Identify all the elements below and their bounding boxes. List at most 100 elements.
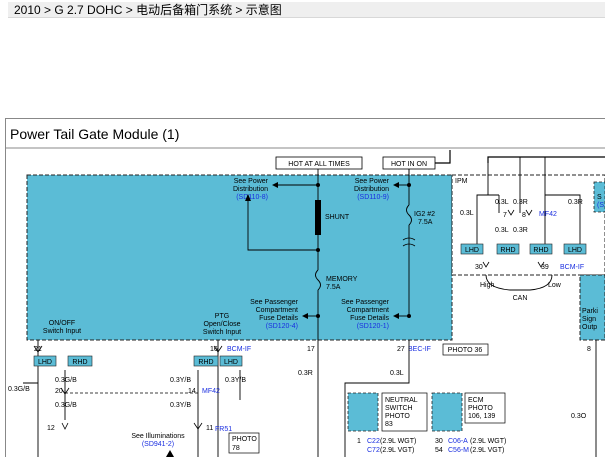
mid-pin-14: 14: [188, 388, 196, 395]
ipm-wire-w1: 0.3L: [460, 210, 474, 217]
ipm-mf42[interactable]: MF42: [539, 211, 557, 218]
see-pass-1-ref[interactable]: (SD120-4): [266, 323, 298, 330]
mid-w3: 0.3Y/B: [170, 402, 191, 409]
mid-rhd: RHD: [198, 359, 213, 366]
conn1-pin: 1: [357, 438, 361, 445]
ecm-l3[interactable]: 106, 139: [468, 413, 495, 420]
left-pin-12: 12: [47, 425, 55, 432]
see-pass-2-line2: Compartment: [347, 307, 389, 314]
shunt-bar: [315, 200, 321, 235]
ig2-label2: 7.5A: [418, 219, 433, 226]
see-pass-1-line3: Fuse Details: [259, 315, 298, 322]
see-pass-2-ref[interactable]: (SD120-1): [357, 323, 389, 330]
ipm-lhd: LHD: [465, 247, 479, 254]
ptg-label2: Open/Close: [204, 321, 241, 328]
neutral-l1: NEUTRAL: [385, 397, 418, 404]
ptg-label3: Switch Input: [203, 329, 241, 336]
neutral-switch-box: [347, 392, 379, 432]
left-w2: 0.3G/B: [8, 386, 30, 393]
mid-mf42[interactable]: MF42: [202, 388, 220, 395]
on-off-label2: Switch Input: [43, 328, 81, 335]
memory-fuse-label1: MEMORY: [326, 276, 358, 283]
pin-bec-if[interactable]: BEC-IF: [408, 346, 431, 353]
ipm-rhd: RHD: [500, 247, 515, 254]
ipm-box: [451, 174, 605, 276]
right-s: S: [597, 194, 602, 201]
see-pass-2-line1: See Passenger: [341, 299, 390, 306]
ipm-pin-7: 7: [503, 212, 507, 219]
see-power-dist-2-ref[interactable]: (SD110-9): [357, 194, 389, 201]
left-rhd: RHD: [72, 359, 87, 366]
right-pin-8: 8: [587, 346, 591, 353]
see-power-dist-1-line1: See Power: [234, 178, 269, 185]
right-parki: Parki: [582, 308, 598, 315]
neutral-l2: SWITCH: [385, 405, 413, 412]
ipm-label: IPM: [455, 178, 468, 185]
conn2-b[interactable]: C56-M: [448, 447, 469, 454]
ecm-l2[interactable]: PHOTO: [468, 405, 493, 412]
pin-bcm-if[interactable]: BCM-IF: [227, 346, 251, 353]
conn2-a-rest: (2.9L WGT): [470, 438, 506, 445]
mid-lhd: LHD: [224, 359, 238, 366]
see-illum-l1: See Illuminations: [131, 433, 185, 440]
see-power-dist-2-line1: See Power: [355, 178, 390, 185]
wire-03o: 0.3O: [571, 413, 587, 420]
ipm-wire-w2: 0.3L: [495, 199, 509, 206]
conn1-a[interactable]: C22: [367, 438, 380, 445]
mid-w1: 0.3Y/B: [170, 377, 191, 384]
wire-03r: 0.3R: [298, 370, 313, 377]
shunt-label: SHUNT: [325, 214, 350, 221]
see-power-dist-1-ref[interactable]: (SD110-8): [236, 194, 268, 201]
ipm-wire-w6: 0.3R: [568, 199, 583, 206]
conn2-b-rest: (2.9L VGT): [470, 447, 504, 454]
photo78-l2[interactable]: 78: [232, 445, 240, 452]
wiring-diagram: HOT AT ALL TIMES HOT IN ON See Power Dis…: [5, 147, 605, 457]
conn1-a-rest: (2.9L WGT): [380, 438, 416, 445]
on-off-label1: ON/OFF: [49, 320, 75, 327]
see-power-dist-2-line2: Distribution: [354, 186, 389, 193]
arrow-down-icon: [166, 450, 174, 457]
ipm-lhd2: LHD: [568, 247, 582, 254]
conn2-pin-b: 54: [435, 447, 443, 454]
conn2-pin-a: 30: [435, 438, 443, 445]
hot-in-on-label: HOT IN ON: [391, 161, 427, 168]
ptg-label1: PTG: [215, 313, 229, 320]
ipm-can-high: High: [480, 282, 495, 289]
photo78-l1[interactable]: PHOTO: [232, 436, 257, 443]
wire-03l: 0.3L: [390, 370, 404, 377]
right-sign: Sign: [582, 316, 596, 323]
conn1-b[interactable]: C72: [367, 447, 380, 454]
ipm-wire-w3: 0.3R: [513, 199, 528, 206]
mid-w2: 0.3Y/B: [225, 377, 246, 384]
see-power-dist-1-line2: Distribution: [233, 186, 268, 193]
left-w3: 0.3G/B: [55, 402, 77, 409]
ecm-l1: ECM: [468, 397, 484, 404]
conn2-a[interactable]: C06-A: [448, 438, 468, 445]
memory-fuse-label2: 7.5A: [326, 284, 341, 291]
ipm-pin-8: 8: [522, 212, 526, 219]
ig2-label1: IG2 #2: [414, 211, 435, 218]
ipm-can-low: Low: [548, 282, 562, 289]
ipm-rhd2: RHD: [533, 247, 548, 254]
left-w1: 0.3G/B: [55, 377, 77, 384]
ipm-bcm-if[interactable]: BCM-IF: [560, 264, 584, 271]
hot-at-all-times-label: HOT AT ALL TIMES: [288, 161, 350, 168]
conn1-b-rest: (2.9L VGT): [380, 447, 414, 454]
neutral-l3[interactable]: PHOTO: [385, 413, 410, 420]
ipm-pin-30: 30: [475, 264, 483, 271]
see-pass-2-line3: Fuse Details: [350, 315, 389, 322]
see-pass-1-line2: Compartment: [256, 307, 298, 314]
ipm-wire-w4: 0.3L: [495, 227, 509, 234]
see-illum-ref[interactable]: (SD941-2): [142, 441, 174, 448]
right-s2: (S: [597, 202, 604, 209]
photo36-label[interactable]: PHOTO 36: [448, 347, 483, 354]
pin-17: 17: [307, 346, 315, 353]
neutral-l4[interactable]: 83: [385, 421, 393, 428]
ipm-can: CAN: [513, 295, 528, 302]
right-outp: Outp: [582, 324, 597, 331]
mid-fr51[interactable]: FR51: [215, 426, 232, 433]
ipm-wire-w5: 0.3R: [513, 227, 528, 234]
mid-pin-11: 11: [206, 425, 213, 432]
pin-27: 27: [397, 346, 405, 353]
see-pass-1-line1: See Passenger: [250, 299, 299, 306]
